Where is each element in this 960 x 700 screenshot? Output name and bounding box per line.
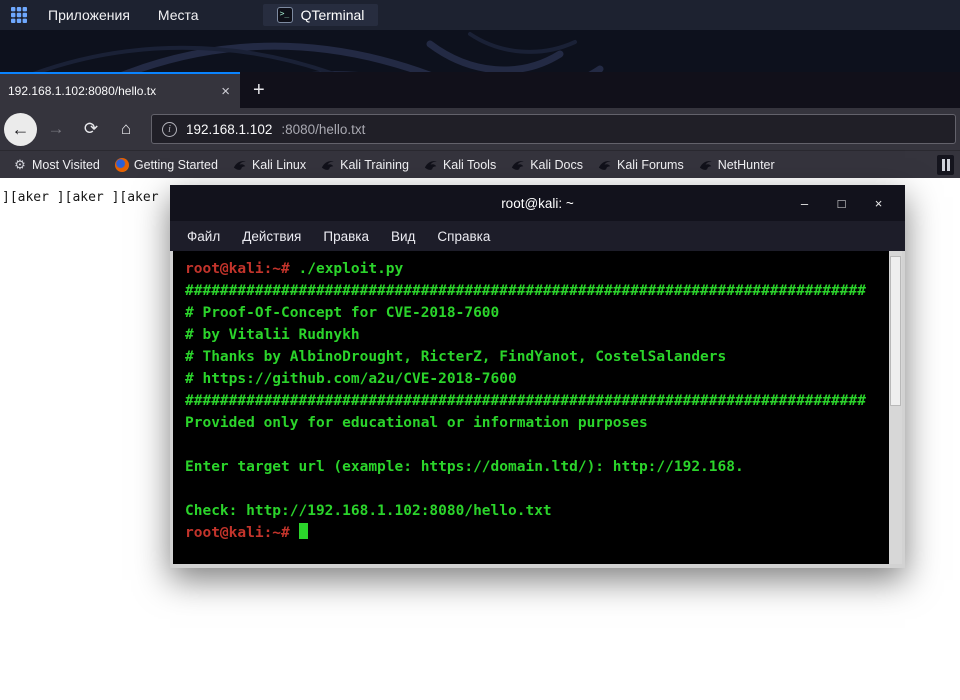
terminal-text-segment: # https://github.com/a2u/CVE-2018-7600 xyxy=(185,371,517,387)
qterminal-icon xyxy=(276,7,293,23)
url-host-text: 192.168.1.102 xyxy=(186,121,273,137)
offsec-bookmark-icon[interactable] xyxy=(937,154,954,175)
bookmark-kali-linux[interactable]: Kali Linux xyxy=(226,155,313,175)
bookmark-kali-docs[interactable]: Kali Docs xyxy=(504,155,590,175)
kali-menu-icon xyxy=(11,7,27,23)
bookmarks-toolbar: ⚙ Most Visited Getting Started Kali Linux Ka… xyxy=(0,150,960,178)
url-bar[interactable]: i 192.168.1.102 :8080/hello.txt xyxy=(151,114,956,144)
browser-tab[interactable]: 192.168.1.102:8080/hello.tx × xyxy=(0,72,240,108)
bookmark-label: Kali Forums xyxy=(617,157,684,172)
terminal-text-segment: # by Vitalii Rudnykh xyxy=(185,327,360,343)
navigation-toolbar: ← → ⟳ ⌂ i 192.168.1.102 :8080/hello.txt xyxy=(0,108,960,150)
bookmark-label: Kali Linux xyxy=(251,157,307,172)
terminal-text-segment: Provided only for educational or informa… xyxy=(185,415,648,431)
panel-task-qterminal[interactable]: QTerminal xyxy=(262,4,379,26)
forward-button[interactable]: → xyxy=(40,113,72,145)
terminal-menu-view[interactable]: Вид xyxy=(382,226,424,247)
terminal-line: # Proof-Of-Concept for CVE-2018-7600 xyxy=(185,302,887,324)
terminal-line: ########################################… xyxy=(185,390,887,412)
desktop-wallpaper xyxy=(0,30,960,72)
site-info-icon[interactable]: i xyxy=(162,121,177,137)
kali-dragon-icon xyxy=(598,160,611,170)
bookmark-nethunter[interactable]: NetHunter xyxy=(692,155,782,175)
terminal-text-segment: # Thanks by AlbinoDrought, RicterZ, Find… xyxy=(185,349,727,365)
terminal-titlebar[interactable]: root@kali: ~ – □ × xyxy=(170,185,905,221)
kali-dragon-icon xyxy=(512,160,524,170)
maximize-button[interactable]: □ xyxy=(823,196,860,211)
kali-dragon-icon xyxy=(322,160,334,170)
kali-menu-button[interactable] xyxy=(6,2,32,28)
bookmark-getting-started[interactable]: Getting Started xyxy=(108,155,225,175)
bookmark-kali-training[interactable]: Kali Training xyxy=(314,155,416,175)
terminal-window: root@kali: ~ – □ × Файл Действия Правка Вид… xyxy=(170,185,905,568)
tab-close-icon[interactable]: × xyxy=(217,84,234,99)
minimize-button[interactable]: – xyxy=(786,196,823,211)
terminal-text-segment: Check: http://192.168.1.102:8080/hello.t… xyxy=(185,503,552,519)
panel-menu-places[interactable]: Места xyxy=(146,3,211,27)
bookmark-label: Kali Tools xyxy=(442,157,497,172)
terminal-line: ########################################… xyxy=(185,280,887,302)
kali-dragon-icon xyxy=(424,160,437,170)
terminal-line: Provided only for educational or informa… xyxy=(185,412,887,434)
close-button[interactable]: × xyxy=(860,196,897,211)
bookmark-label: Getting Started xyxy=(133,157,218,172)
url-path-text: :8080/hello.txt xyxy=(281,121,366,137)
bookmark-kali-forums[interactable]: Kali Forums xyxy=(591,155,691,175)
bookmark-label: Most Visited xyxy=(32,157,100,172)
terminal-scrollbar[interactable] xyxy=(889,251,902,564)
terminal-line: # https://github.com/a2u/CVE-2018-7600 xyxy=(185,368,887,390)
home-button[interactable]: ⌂ xyxy=(110,113,142,145)
bookmark-label: Kali Training xyxy=(340,157,409,172)
terminal-line: Check: http://192.168.1.102:8080/hello.t… xyxy=(185,500,887,522)
terminal-line: # by Vitalii Rudnykh xyxy=(185,324,887,346)
bookmark-most-visited[interactable]: ⚙ Most Visited xyxy=(6,155,107,175)
terminal-body: root@kali:~# ./exploit.py ###############… xyxy=(170,251,905,568)
terminal-line: # Thanks by AlbinoDrought, RicterZ, Find… xyxy=(185,346,887,368)
terminal-menu-help[interactable]: Справка xyxy=(428,226,499,247)
kali-dragon-icon xyxy=(233,160,246,170)
panel-menu-applications[interactable]: Приложения xyxy=(36,3,142,27)
reload-button[interactable]: ⟳ xyxy=(75,113,107,145)
tab-bar: 192.168.1.102:8080/hello.tx × + xyxy=(0,72,960,108)
new-tab-button[interactable]: + xyxy=(240,72,278,108)
bookmark-label: NetHunter xyxy=(717,157,775,172)
gear-icon: ⚙ xyxy=(14,156,26,172)
terminal-line: Enter target url (example: https://domai… xyxy=(185,456,887,478)
terminal-menu-file[interactable]: Файл xyxy=(178,226,229,247)
terminal-line: root@kali:~# ./exploit.py xyxy=(185,258,887,280)
terminal-output[interactable]: root@kali:~# ./exploit.py ###############… xyxy=(173,251,889,564)
bookmark-kali-tools[interactable]: Kali Tools xyxy=(417,155,503,175)
terminal-scrollbar-thumb[interactable] xyxy=(890,256,901,406)
kali-dragon-swirl xyxy=(32,32,604,72)
terminal-text-segment: :~# xyxy=(263,525,299,541)
terminal-text-segment: # Proof-Of-Concept for CVE-2018-7600 xyxy=(185,305,500,321)
top-panel: Приложения Места QTerminal xyxy=(0,0,960,30)
terminal-menu-actions[interactable]: Действия xyxy=(233,226,310,247)
kali-dragon-icon xyxy=(699,160,712,170)
terminal-text-segment: ./exploit.py xyxy=(298,261,404,277)
terminal-menu-edit[interactable]: Правка xyxy=(314,226,378,247)
tab-title: 192.168.1.102:8080/hello.tx xyxy=(8,84,157,98)
terminal-text-segment: Enter target url (example: https://domai… xyxy=(185,459,744,475)
back-button[interactable]: ← xyxy=(4,112,37,146)
firefox-icon xyxy=(114,157,129,172)
terminal-text-segment: :~# xyxy=(263,261,299,277)
terminal-line: root@kali:~# xyxy=(185,522,887,544)
terminal-cursor xyxy=(298,523,308,539)
terminal-text-segment: root@kali xyxy=(185,525,264,541)
screen: Приложения Места QTerminal 192.168.1.102… xyxy=(0,0,960,700)
terminal-menubar: Файл Действия Правка Вид Справка xyxy=(170,221,905,251)
terminal-text-segment: ########################################… xyxy=(185,393,866,409)
terminal-text-segment: root@kali xyxy=(185,261,264,277)
terminal-text-segment: ########################################… xyxy=(185,283,866,299)
bookmark-label: Kali Docs xyxy=(530,157,584,172)
panel-task-label: QTerminal xyxy=(300,7,365,23)
terminal-window-buttons: – □ × xyxy=(786,185,897,221)
